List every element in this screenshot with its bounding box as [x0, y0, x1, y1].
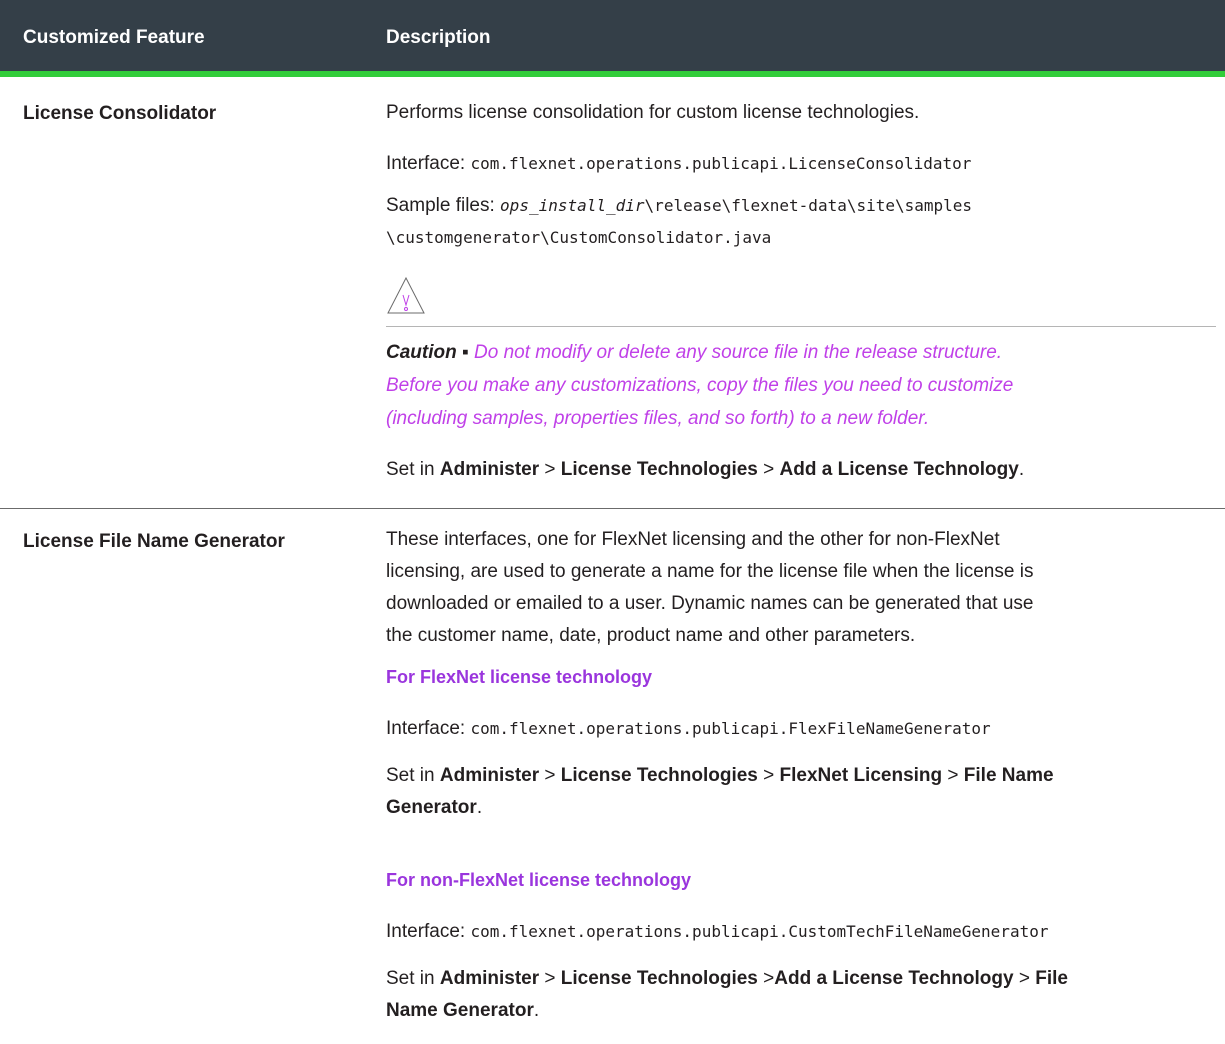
non-flexnet-technology-heading[interactable]: For non-FlexNet license technology — [386, 870, 691, 891]
caution-note: Caution ▪ Do not modify or delete any so… — [386, 342, 1014, 429]
non-flexnet-set-in: Set in Administer > License Technologies… — [386, 968, 1068, 1021]
feature-license-file-name-generator: License File Name Generator — [23, 531, 285, 552]
caution-lead: Caution ▪ — [386, 342, 475, 363]
flexnet-set-in: Set in Administer > License Technologies… — [386, 765, 1054, 818]
flexnet-interface: Interface: com.flexnet.operations.public… — [386, 718, 991, 739]
flexnet-technology-heading[interactable]: For FlexNet license technology — [386, 667, 652, 688]
consolidator-sample-files: Sample files: ops_install_dir\release\fl… — [386, 195, 973, 247]
install-dir-variable: ops_install_dir — [500, 196, 645, 215]
warning-triangle-icon — [387, 276, 425, 314]
non-flexnet-interface: Interface: com.flexnet.operations.public… — [386, 921, 1049, 942]
header-description: Description — [386, 27, 491, 48]
non-flexnet-interface-value: com.flexnet.operations.publicapi.CustomT… — [470, 922, 1049, 941]
sample-path-line1: \release\flexnet-data\site\samples — [644, 196, 973, 215]
table-header: Customized Feature Description — [0, 0, 1225, 77]
consolidator-intro: Performs license consolidation for custo… — [386, 102, 920, 123]
feature-license-consolidator: License Consolidator — [23, 103, 217, 124]
sample-path-line2: \customgenerator\CustomConsolidator.java — [386, 228, 772, 247]
consolidator-set-in: Set in Administer > License Technologies… — [386, 459, 1025, 480]
consolidator-interface-value: com.flexnet.operations.publicapi.License… — [470, 154, 972, 173]
consolidator-interface: Interface: com.flexnet.operations.public… — [386, 153, 972, 174]
caution-rule — [386, 326, 1216, 327]
flexnet-interface-value: com.flexnet.operations.publicapi.FlexFil… — [470, 719, 991, 738]
row-separator — [0, 508, 1225, 509]
generator-intro: These interfaces, one for FlexNet licens… — [386, 529, 1034, 646]
header-customized-feature: Customized Feature — [23, 27, 205, 48]
